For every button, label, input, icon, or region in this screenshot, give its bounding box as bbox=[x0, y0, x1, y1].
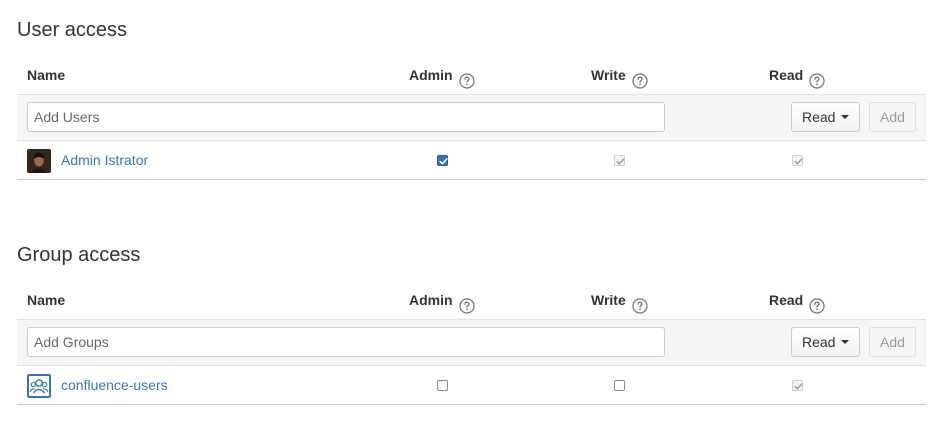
add-group-button[interactable]: Add bbox=[869, 327, 916, 357]
user-name-link[interactable]: Admin Istrator bbox=[61, 141, 148, 179]
chevron-down-icon bbox=[841, 115, 850, 119]
read-column-header: Read bbox=[769, 282, 825, 317]
user-permission-dropdown[interactable]: Read bbox=[791, 102, 861, 132]
read-column-header: Read bbox=[769, 57, 825, 92]
admin-column-header: Admin bbox=[409, 57, 475, 92]
admin-column-header: Admin bbox=[409, 282, 475, 317]
name-column-label: Name bbox=[27, 66, 66, 83]
group-access-section: Group access Name Admin Write Read Read bbox=[17, 243, 926, 405]
chevron-down-icon bbox=[841, 340, 850, 344]
group-access-title: Group access bbox=[17, 244, 141, 266]
read-permission-checkbox[interactable] bbox=[792, 155, 803, 166]
read-permission-checkbox[interactable] bbox=[792, 380, 803, 391]
user-avatar bbox=[27, 149, 51, 173]
user-access-header-row: Name Admin Write Read bbox=[17, 59, 926, 95]
help-icon[interactable] bbox=[458, 67, 475, 89]
add-groups-input[interactable] bbox=[27, 327, 665, 357]
name-column-label: Name bbox=[27, 291, 66, 308]
name-column-header: Name bbox=[27, 282, 65, 317]
group-entry-row: confluence-users bbox=[17, 366, 926, 405]
permission-dropdown-label: Read bbox=[802, 109, 836, 125]
user-entry-row: Admin Istrator bbox=[17, 141, 926, 180]
add-users-input[interactable] bbox=[27, 102, 665, 132]
help-icon[interactable] bbox=[632, 292, 648, 314]
help-icon[interactable] bbox=[809, 292, 825, 314]
add-users-row: Read Add bbox=[17, 95, 926, 141]
help-icon[interactable] bbox=[632, 67, 648, 89]
admin-permission-checkbox[interactable] bbox=[437, 380, 448, 391]
admin-permission-checkbox[interactable] bbox=[437, 155, 448, 166]
user-access-title: User access bbox=[17, 19, 128, 41]
help-icon[interactable] bbox=[809, 67, 825, 89]
write-permission-checkbox[interactable] bbox=[614, 155, 625, 166]
group-permission-dropdown[interactable]: Read bbox=[791, 327, 861, 357]
add-user-button[interactable]: Add bbox=[869, 102, 916, 132]
write-column-label: Write bbox=[591, 66, 626, 83]
group-avatar-icon bbox=[27, 374, 51, 398]
permission-dropdown-label: Read bbox=[802, 334, 836, 350]
admin-column-label: Admin bbox=[409, 291, 453, 308]
user-access-section: User access Name Admin Write Read Read bbox=[17, 18, 926, 180]
add-groups-row: Read Add bbox=[17, 320, 926, 366]
write-column-header: Write bbox=[591, 57, 648, 92]
write-column-label: Write bbox=[591, 291, 626, 308]
write-permission-checkbox[interactable] bbox=[614, 380, 625, 391]
name-column-header: Name bbox=[27, 57, 65, 92]
read-column-label: Read bbox=[769, 291, 804, 308]
group-access-header-row: Name Admin Write Read bbox=[17, 284, 926, 320]
read-column-label: Read bbox=[769, 66, 804, 83]
write-column-header: Write bbox=[591, 282, 648, 317]
admin-column-label: Admin bbox=[409, 66, 453, 83]
help-icon[interactable] bbox=[458, 292, 475, 314]
group-name-link[interactable]: confluence-users bbox=[61, 366, 168, 404]
